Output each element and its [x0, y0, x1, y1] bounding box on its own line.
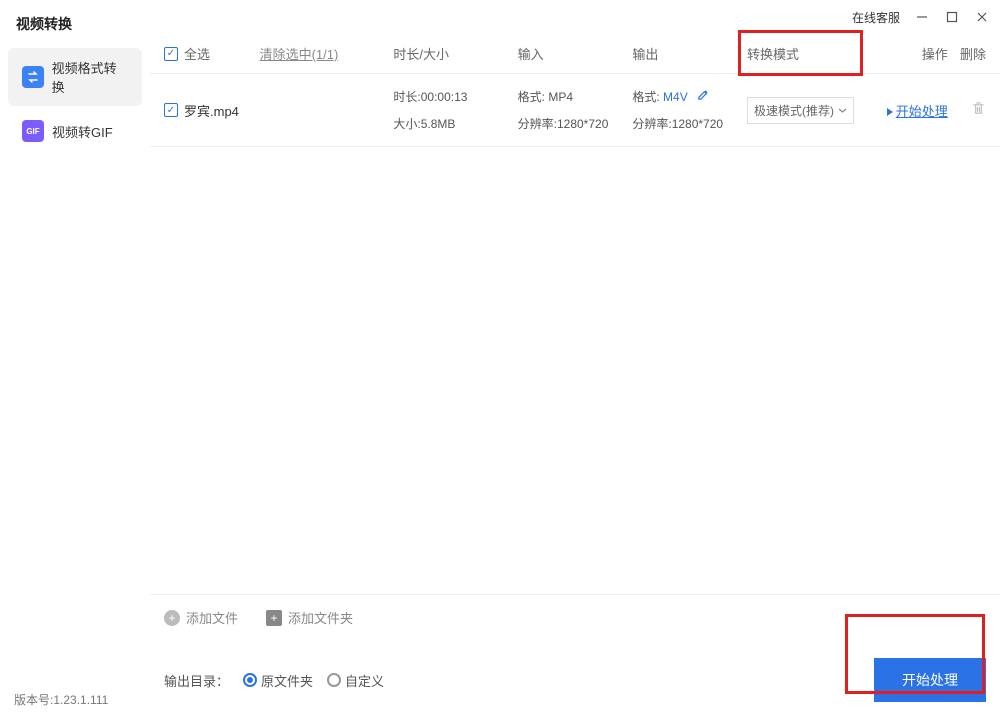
input-resolution: 分辨率:1280*720	[518, 115, 633, 132]
start-processing-button[interactable]: 开始处理	[874, 658, 986, 702]
start-processing-link[interactable]: 开始处理	[896, 104, 948, 119]
online-support-link[interactable]: 在线客服	[852, 9, 900, 26]
col-output: 输出	[632, 44, 747, 63]
sidebar: 视频转换 视频格式转换 GIF 视频转GIF	[0, 0, 150, 720]
sidebar-item-video-to-gif[interactable]: GIF 视频转GIF	[8, 110, 142, 152]
col-mode: 转换模式	[747, 44, 871, 63]
titlebar: 在线客服	[150, 0, 1000, 34]
sidebar-item-label: 视频格式转换	[52, 58, 128, 96]
select-all-label: 全选	[184, 44, 210, 63]
table-row: 罗宾.mp4 时长:00:00:13 大小:5.8MB 格式: MP4 分辨率:…	[150, 74, 1000, 147]
maximize-button[interactable]	[944, 9, 960, 25]
input-format: 格式: MP4	[518, 88, 633, 105]
edit-output-format-icon[interactable]	[697, 90, 710, 104]
output-dir-group: 输出目录： 原文件夹 自定义	[164, 671, 384, 690]
select-all-checkbox[interactable]	[164, 47, 178, 61]
add-toolbar: + 添加文件 + 添加文件夹	[150, 594, 1000, 640]
clear-selected-link[interactable]: 清除选中(1/1)	[260, 47, 339, 62]
sidebar-item-video-convert[interactable]: 视频格式转换	[8, 48, 142, 106]
add-file-button[interactable]: + 添加文件	[164, 608, 238, 627]
version-label: 版本号:1.23.1.111	[14, 691, 108, 708]
col-ops: 操作	[871, 44, 947, 63]
swap-icon	[22, 66, 44, 88]
file-duration: 时长:00:00:13	[393, 88, 517, 105]
plus-square-icon: +	[266, 610, 282, 626]
radio-custom-folder[interactable]: 自定义	[327, 671, 384, 690]
radio-original-folder[interactable]: 原文件夹	[243, 671, 313, 690]
file-checkbox[interactable]	[164, 103, 178, 117]
radio-dot-selected-icon	[243, 673, 257, 687]
col-delete: 删除	[948, 44, 986, 63]
file-name: 罗宾.mp4	[184, 101, 239, 120]
radio-dot-icon	[327, 673, 341, 687]
col-input: 输入	[518, 44, 633, 63]
plus-circle-icon: +	[164, 610, 180, 626]
delete-row-button[interactable]	[971, 103, 986, 120]
close-button[interactable]	[974, 9, 990, 25]
minimize-button[interactable]	[914, 9, 930, 25]
bottom-bar: 输出目录： 原文件夹 自定义 开始处理	[150, 640, 1000, 720]
sidebar-item-label: 视频转GIF	[52, 122, 113, 141]
app-title: 视频转换	[0, 0, 150, 44]
output-dir-label: 输出目录：	[164, 671, 229, 690]
output-resolution: 分辨率:1280*720	[632, 115, 747, 132]
play-icon	[887, 108, 893, 116]
gif-icon: GIF	[22, 120, 44, 142]
conversion-mode-select[interactable]: 极速模式(推荐)	[747, 97, 854, 124]
col-duration-size: 时长/大小	[393, 44, 517, 63]
file-size: 大小:5.8MB	[393, 115, 517, 132]
main-panel: 在线客服 全选 清除选中(1/1) 时长/大小 输入 输出 转换模式 操作 删除…	[150, 0, 1000, 720]
chevron-down-icon	[838, 106, 847, 115]
add-folder-button[interactable]: + 添加文件夹	[266, 608, 353, 627]
table-header: 全选 清除选中(1/1) 时长/大小 输入 输出 转换模式 操作 删除	[150, 34, 1000, 74]
output-format: 格式: M4V	[632, 88, 747, 105]
